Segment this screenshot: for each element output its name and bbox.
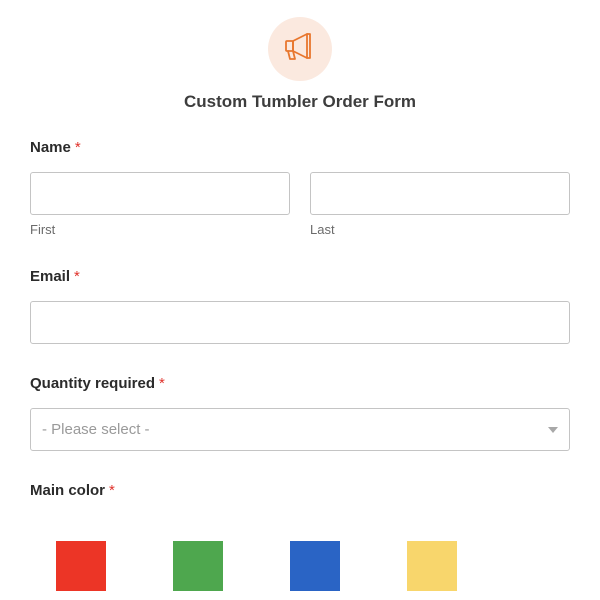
first-name-sublabel: First	[30, 222, 56, 237]
name-label: Name *	[30, 139, 81, 156]
form-logo	[268, 17, 332, 81]
color-swatch-green[interactable]	[173, 541, 223, 591]
quantity-label-text: Quantity required	[30, 375, 156, 392]
chevron-down-icon	[548, 427, 558, 433]
email-label-text: Email	[30, 268, 71, 285]
email-input[interactable]	[30, 301, 570, 344]
order-form-page: Custom Tumbler Order Form Name * First La…	[0, 0, 600, 600]
color-swatch-yellow[interactable]	[407, 541, 457, 591]
quantity-selected-value: - Please select -	[42, 421, 150, 438]
quantity-select[interactable]: - Please select -	[30, 408, 570, 451]
main-color-label-text: Main color	[30, 482, 106, 499]
quantity-label: Quantity required *	[30, 375, 165, 392]
first-name-input[interactable]	[30, 172, 290, 215]
required-marker: *	[74, 139, 81, 156]
color-swatch-blue[interactable]	[290, 541, 340, 591]
required-marker: *	[74, 268, 80, 285]
main-color-label: Main color *	[30, 482, 115, 499]
last-name-input[interactable]	[310, 172, 570, 215]
name-label-text: Name	[30, 139, 71, 156]
email-label: Email *	[30, 268, 80, 285]
required-marker: *	[109, 482, 115, 499]
last-name-sublabel: Last	[310, 222, 335, 237]
form-title: Custom Tumbler Order Form	[183, 92, 417, 111]
megaphone-icon	[282, 29, 318, 70]
color-swatch-red[interactable]	[56, 541, 106, 591]
required-marker: *	[159, 375, 165, 392]
